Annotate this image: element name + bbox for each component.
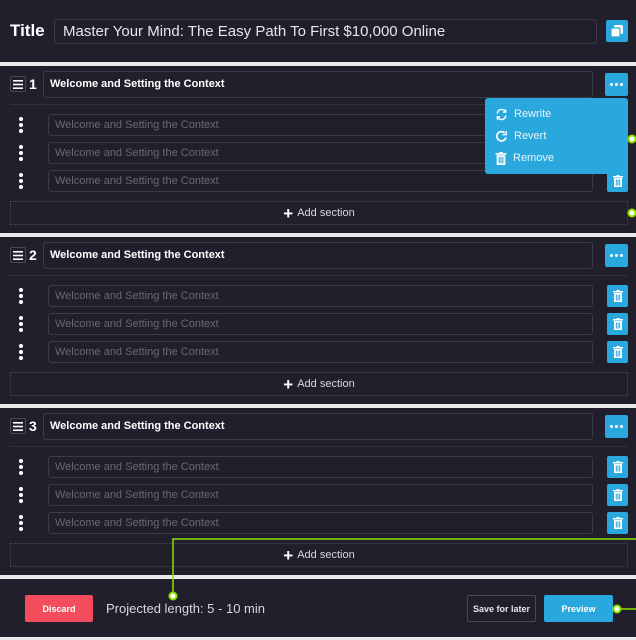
section-3: 3 Welcome and Setting the Context Welcom… <box>0 408 636 575</box>
trash-icon <box>612 461 623 473</box>
item-input[interactable]: Welcome and Setting the Context <box>48 484 593 506</box>
section-title-input[interactable]: Welcome and Setting the Context <box>43 242 593 269</box>
save-for-later-button[interactable]: Save for later <box>467 595 536 622</box>
trash-icon <box>612 346 623 358</box>
divider <box>10 446 628 447</box>
drag-handle-icon[interactable] <box>19 459 23 475</box>
trash-icon <box>612 318 623 330</box>
add-section-label: Add section <box>297 378 355 390</box>
dot <box>615 425 618 428</box>
plus-icon: + <box>283 545 294 565</box>
section-menu-handle[interactable] <box>10 247 26 263</box>
delete-item-button[interactable] <box>607 484 628 506</box>
list-item: Welcome and Setting the Context <box>0 285 636 307</box>
hamburger-icon <box>13 79 23 89</box>
drag-handle-icon[interactable] <box>19 487 23 503</box>
plus-icon: + <box>283 374 294 394</box>
menu-item-label: Remove <box>513 152 554 164</box>
divider <box>10 275 628 276</box>
drag-handle-icon[interactable] <box>19 288 23 304</box>
discard-button[interactable]: Discard <box>25 595 93 622</box>
dot <box>620 83 623 86</box>
title-label: Title <box>10 21 45 40</box>
section-title-input[interactable]: Welcome and Setting the Context <box>43 413 593 440</box>
revert-icon <box>496 130 507 142</box>
copy-icon <box>610 25 623 38</box>
projected-length: Projected length: 5 - 10 min <box>106 601 265 616</box>
trash-icon <box>612 290 623 302</box>
footer: Discard Projected length: 5 - 10 min Sav… <box>0 579 636 637</box>
drag-handle-icon[interactable] <box>19 145 23 161</box>
drag-handle-icon[interactable] <box>19 117 23 133</box>
dot <box>620 425 623 428</box>
item-input[interactable]: Welcome and Setting the Context <box>48 313 593 335</box>
section-title-input[interactable]: Welcome and Setting the Context <box>43 71 593 98</box>
list-item: Welcome and Setting the Context <box>0 484 636 506</box>
section-menu-handle[interactable] <box>10 76 26 92</box>
drag-handle-icon[interactable] <box>19 173 23 189</box>
dot <box>610 254 613 257</box>
item-input[interactable]: Welcome and Setting the Context <box>48 512 593 534</box>
rewrite-icon <box>496 108 507 120</box>
add-section-button[interactable]: + Add section <box>10 543 628 567</box>
section-2: 2 Welcome and Setting the Context Welcom… <box>0 237 636 404</box>
trash-icon <box>612 489 623 501</box>
more-options-button[interactable] <box>605 244 628 267</box>
menu-item-label: Revert <box>514 130 547 142</box>
list-item: Welcome and Setting the Context <box>0 313 636 335</box>
delete-item-button[interactable] <box>607 313 628 335</box>
section-number: 2 <box>29 247 37 263</box>
trash-icon <box>495 151 507 165</box>
title-bar: Title Master Your Mind: The Easy Path To… <box>0 0 636 62</box>
dot <box>610 83 613 86</box>
menu-item-revert[interactable]: Revert <box>485 125 628 147</box>
delete-item-button[interactable] <box>607 456 628 478</box>
list-item: Welcome and Setting the Context <box>0 456 636 478</box>
list-item: Welcome and Setting the Context <box>0 341 636 363</box>
item-input[interactable]: Welcome and Setting the Context <box>48 456 593 478</box>
add-section-label: Add section <box>297 549 355 561</box>
drag-handle-icon[interactable] <box>19 316 23 332</box>
copy-button[interactable] <box>606 20 628 42</box>
section-number: 1 <box>29 76 37 92</box>
menu-item-remove[interactable]: Remove <box>485 147 628 169</box>
delete-item-button[interactable] <box>607 341 628 363</box>
item-input[interactable]: Welcome and Setting the Context <box>48 285 593 307</box>
trash-icon <box>612 517 623 529</box>
more-options-button[interactable] <box>605 415 628 438</box>
dot <box>615 254 618 257</box>
section-number: 3 <box>29 418 37 434</box>
list-item: Welcome and Setting the Context <box>0 512 636 534</box>
add-section-button[interactable]: + Add section <box>10 201 628 225</box>
section-menu-handle[interactable] <box>10 418 26 434</box>
add-section-button[interactable]: + Add section <box>10 372 628 396</box>
dot <box>620 254 623 257</box>
plus-icon: + <box>283 203 294 223</box>
hamburger-icon <box>13 250 23 260</box>
item-input[interactable]: Welcome and Setting the Context <box>48 341 593 363</box>
delete-item-button[interactable] <box>607 512 628 534</box>
section-options-menu: Rewrite Revert Remove <box>485 98 628 174</box>
delete-item-button[interactable] <box>607 285 628 307</box>
menu-item-label: Rewrite <box>514 108 552 120</box>
dot <box>610 425 613 428</box>
drag-handle-icon[interactable] <box>19 515 23 531</box>
preview-button[interactable]: Preview <box>544 595 613 622</box>
more-options-button[interactable] <box>605 73 628 96</box>
menu-item-rewrite[interactable]: Rewrite <box>485 103 628 125</box>
title-input[interactable]: Master Your Mind: The Easy Path To First… <box>54 19 597 44</box>
drag-handle-icon[interactable] <box>19 344 23 360</box>
trash-icon <box>612 175 623 187</box>
hamburger-icon <box>13 421 23 431</box>
add-section-label: Add section <box>297 207 355 219</box>
dot <box>615 83 618 86</box>
